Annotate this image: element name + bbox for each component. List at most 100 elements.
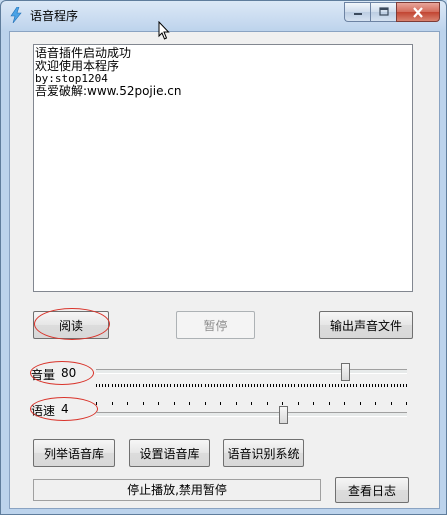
slider-tick (294, 384, 296, 387)
slider-tick (375, 384, 376, 387)
slider-tick (344, 402, 345, 405)
pause-button[interactable]: 暂停 (176, 311, 255, 339)
slider-tick (207, 384, 209, 387)
slider-tick (210, 384, 212, 387)
slider-tick (111, 402, 113, 405)
slider-tick (381, 384, 383, 387)
slider-tick (368, 384, 370, 387)
slider-tick (220, 384, 221, 387)
read-button[interactable]: 阅读 (33, 311, 109, 339)
speed-track[interactable] (96, 412, 407, 417)
export-audio-button[interactable]: 输出声音文件 (319, 311, 413, 339)
slider-tick (387, 384, 389, 387)
slider-tick (145, 384, 147, 387)
slider-tick (313, 402, 314, 405)
slider-tick (288, 384, 290, 387)
slider-tick (306, 384, 308, 387)
slider-tick (192, 384, 194, 387)
slider-tick (151, 384, 153, 387)
slider-tick (213, 384, 215, 387)
slider-tick (96, 402, 97, 405)
slider-tick (216, 384, 218, 387)
slider-tick (371, 384, 373, 387)
slider-tick (158, 384, 159, 387)
slider-tick (334, 384, 336, 387)
slider-tick (99, 384, 101, 387)
slider-tick (164, 384, 166, 387)
speed-ticks (96, 402, 407, 406)
slider-tick (189, 402, 190, 405)
slider-tick (189, 384, 190, 387)
slider-tick (179, 384, 181, 387)
slider-tick (204, 402, 206, 405)
slider-tick (111, 384, 113, 387)
slider-tick (285, 384, 287, 387)
slider-tick (390, 384, 392, 387)
slider-tick (105, 384, 107, 387)
minimize-button[interactable] (344, 2, 370, 22)
slider-tick (365, 384, 367, 387)
slider-tick (176, 384, 178, 387)
slider-tick (117, 384, 119, 387)
output-textbox[interactable]: 语音插件启动成功 欢迎使用本程序 by:stop1204 吾爱破解:www.52… (33, 44, 413, 292)
slider-tick (167, 384, 169, 387)
slider-tick (96, 384, 97, 387)
slider-tick (297, 402, 299, 405)
slider-tick (142, 402, 144, 405)
slider-tick (154, 384, 156, 387)
slider-tick (251, 402, 252, 405)
close-button[interactable] (396, 2, 440, 22)
slider-tick (399, 384, 401, 387)
set-voice-button[interactable]: 设置语音库 (129, 439, 210, 467)
slider-tick (353, 384, 355, 387)
list-voices-button[interactable]: 列举语音库 (33, 439, 115, 467)
maximize-button[interactable] (370, 2, 396, 22)
slider-tick (331, 384, 333, 387)
volume-value: 80 (61, 366, 77, 380)
slider-tick (384, 384, 386, 387)
volume-track[interactable] (96, 369, 407, 374)
slider-tick (139, 384, 141, 387)
slider-tick (232, 384, 234, 387)
slider-tick (378, 384, 380, 387)
view-log-button[interactable]: 查看日志 (335, 477, 409, 503)
slider-tick (266, 384, 268, 387)
slider-tick (244, 384, 246, 387)
volume-slider-thumb[interactable] (340, 363, 350, 381)
slider-tick (148, 384, 150, 387)
speed-slider-thumb[interactable] (278, 406, 288, 424)
slider-tick (195, 384, 197, 387)
slider-tick (282, 402, 283, 405)
slider-tick (390, 402, 392, 405)
slider-tick (359, 402, 361, 405)
slider-tick (102, 384, 104, 387)
slider-tick (309, 384, 311, 387)
slider-tick (350, 384, 352, 387)
slider-tick (161, 384, 163, 387)
slider-tick (201, 384, 203, 387)
slider-tick (185, 384, 187, 387)
slider-tick (303, 384, 305, 387)
slider-tick (120, 384, 122, 387)
log-line: 吾爱破解:www.52pojie.cn (35, 84, 182, 98)
slider-tick (142, 384, 144, 387)
slider-tick (229, 384, 231, 387)
slider-tick (247, 384, 249, 387)
slider-tick (269, 384, 271, 387)
maximize-icon (378, 7, 389, 16)
slider-tick (322, 384, 324, 387)
slider-tick (300, 384, 302, 387)
slider-tick (254, 384, 256, 387)
slider-tick (127, 402, 128, 405)
slider-tick (325, 384, 327, 387)
slider-tick (328, 402, 330, 405)
slider-tick (347, 384, 349, 387)
client-area: 语音插件启动成功 欢迎使用本程序 by:stop1204 吾爱破解:www.52… (9, 31, 440, 509)
speech-recognition-button[interactable]: 语音识别系统 (223, 439, 304, 467)
slider-tick (319, 384, 321, 387)
title-bar[interactable]: 语音程序 (1, 1, 446, 29)
slider-tick (204, 384, 206, 387)
slider-tick (337, 384, 339, 387)
minimize-icon (353, 13, 362, 15)
slider-tick (266, 402, 268, 405)
